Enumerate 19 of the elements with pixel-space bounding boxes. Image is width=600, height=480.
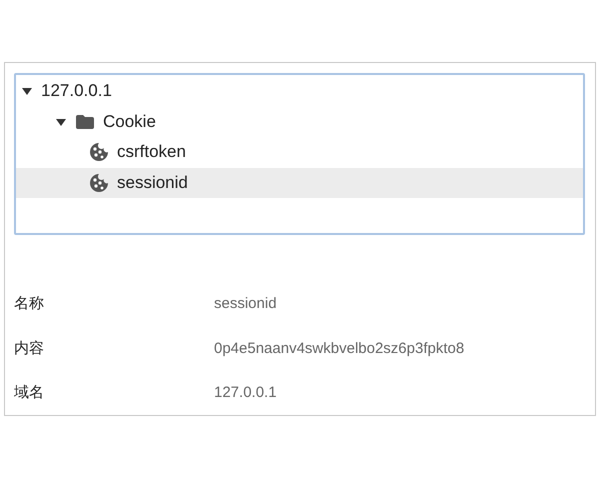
folder-icon <box>75 114 95 130</box>
tree-row[interactable]: sessionid <box>16 168 583 198</box>
cookie-icon <box>89 142 109 162</box>
field-label: 域名 <box>14 383 45 402</box>
collapse-triangle-icon[interactable] <box>21 85 33 98</box>
tree-row[interactable]: csrftoken <box>16 137 583 168</box>
tree-label: sessionid <box>117 172 188 193</box>
cookie-icon <box>89 172 109 193</box>
field-label: 名称 <box>14 294 45 314</box>
tree-label: Cookie <box>103 112 156 132</box>
tree-label: 127.0.0.1 <box>41 81 112 102</box>
cookie-tree[interactable]: 127.0.0.1 Cookie csrftoken sessionid <box>14 73 585 234</box>
tree-row[interactable]: 127.0.0.1 <box>16 76 583 106</box>
field-label: 内容 <box>14 338 45 358</box>
tree-row[interactable]: Cookie <box>16 106 583 137</box>
field-value: 0p4e5naanv4swkbvelbo2sz6p3fpkto8 <box>214 340 464 357</box>
field-value: sessionid <box>214 295 277 312</box>
field-value: 127.0.0.1 <box>214 384 277 402</box>
tree-label: csrftoken <box>117 142 186 162</box>
